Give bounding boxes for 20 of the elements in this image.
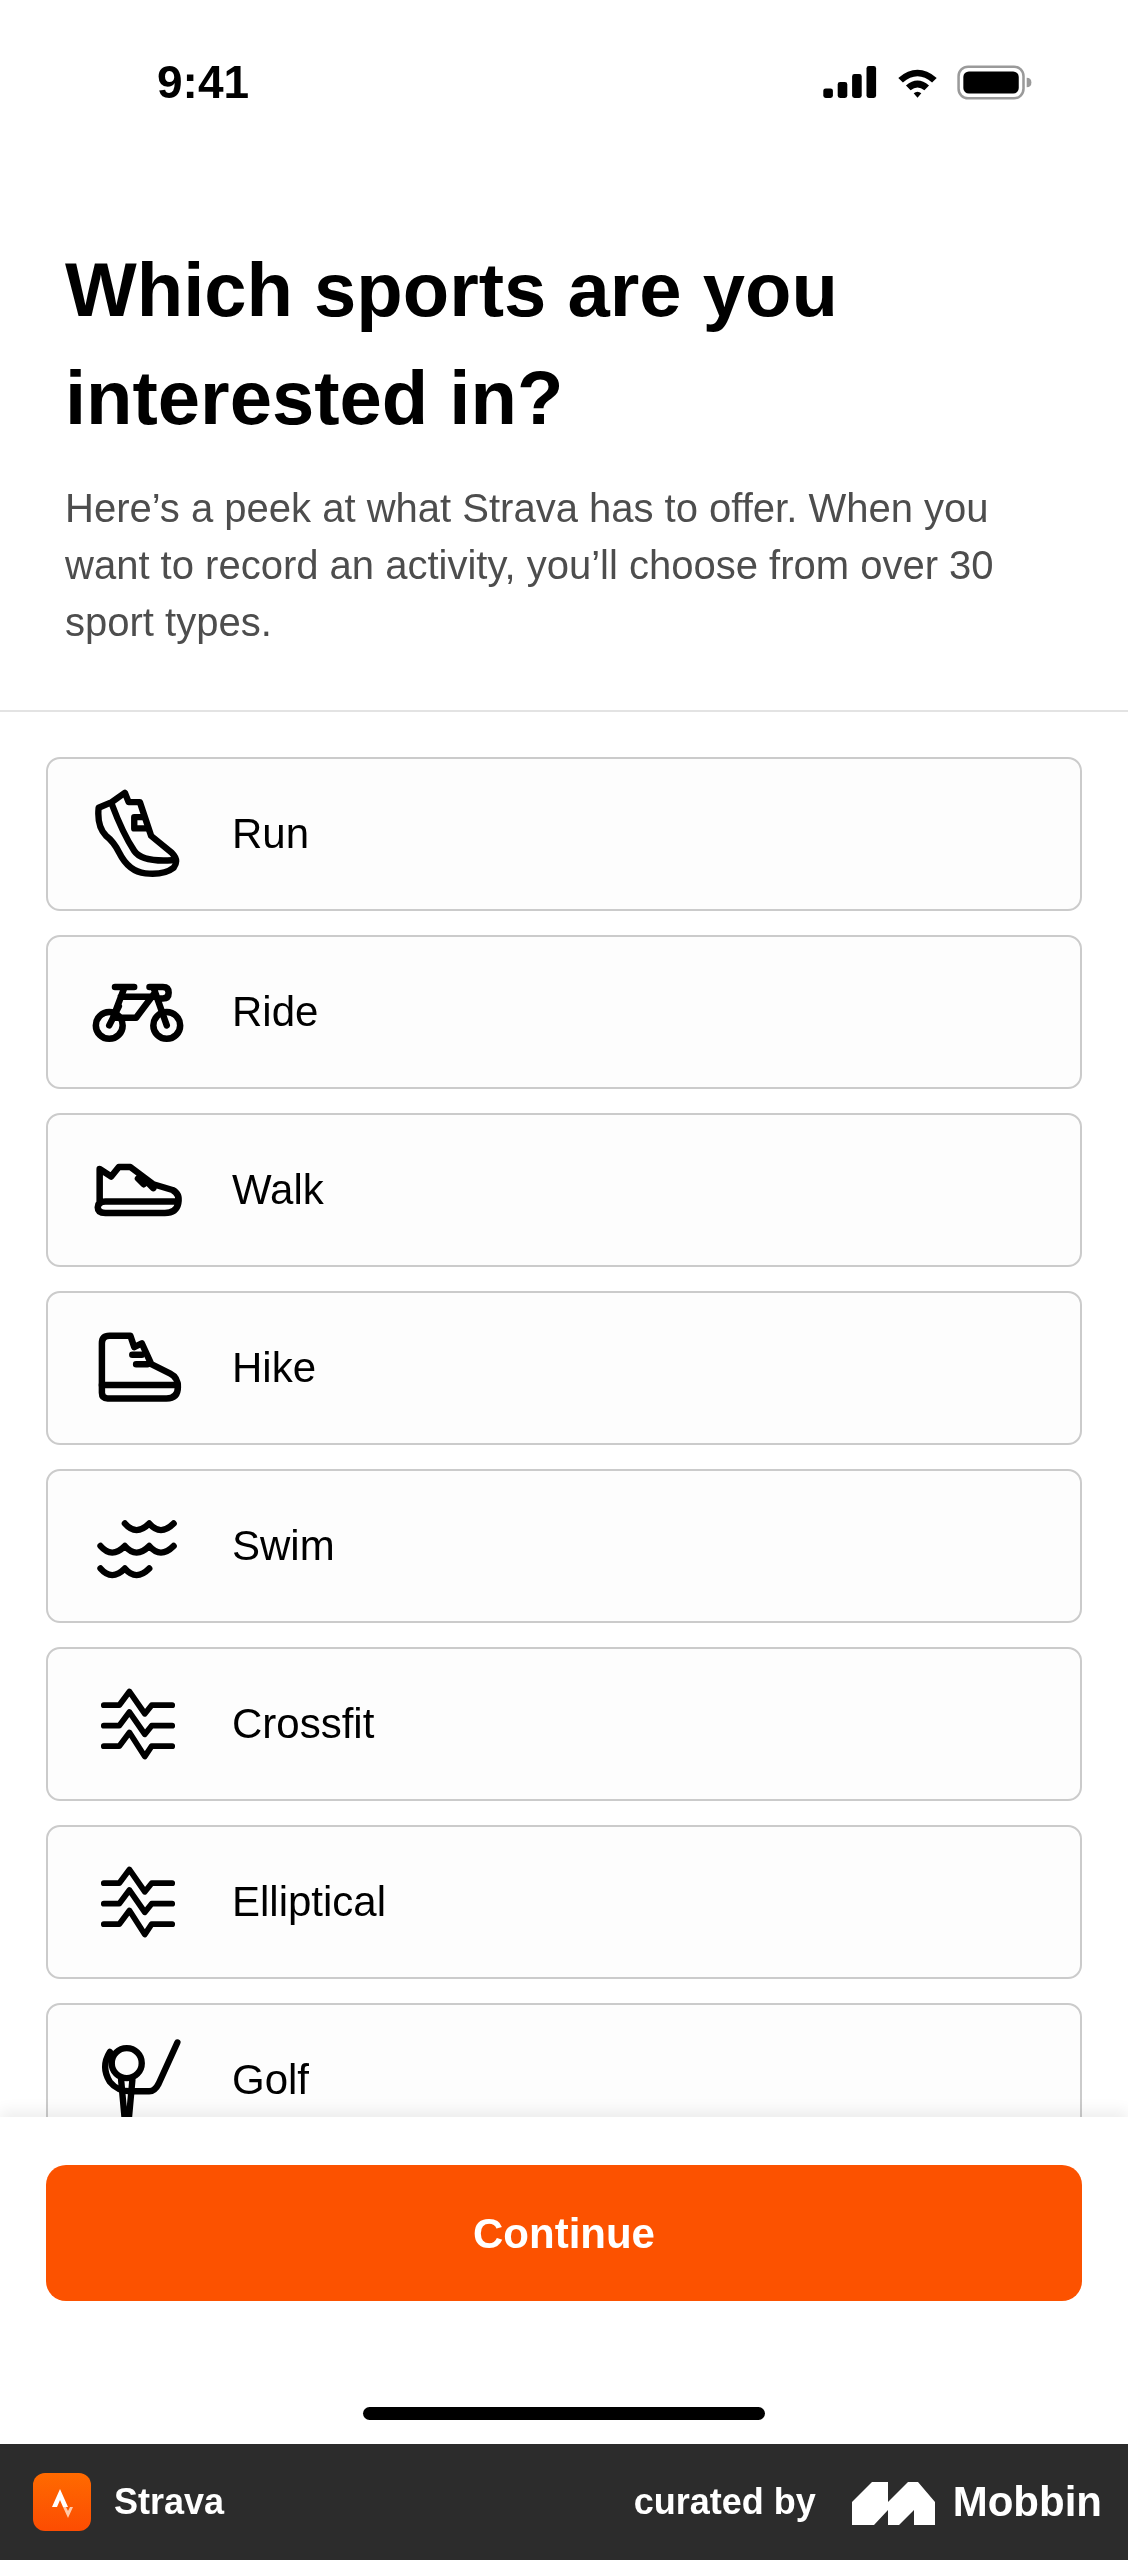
curated-by-text: curated by (633, 2484, 816, 2520)
app-logo-icon (33, 2473, 91, 2531)
sport-option[interactable]: Ride (46, 935, 1082, 1089)
signal-icon (823, 66, 878, 98)
sneaker-icon (92, 1161, 184, 1219)
sport-option[interactable]: Swim (46, 1469, 1082, 1623)
status-time: 9:41 (157, 59, 250, 105)
sport-option[interactable]: Elliptical (46, 1825, 1082, 1979)
page-title: Which sports are you interested in? (65, 246, 839, 442)
battery-icon (957, 64, 1033, 100)
sport-option[interactable]: Run (46, 757, 1082, 911)
brand-logo-icon (851, 2479, 935, 2525)
sport-option[interactable]: Walk (46, 1113, 1082, 1267)
sport-option[interactable]: Hike (46, 1291, 1082, 1445)
sport-option[interactable]: Golf (46, 2003, 1082, 2117)
app-name: Strava (114, 2484, 225, 2520)
brand-name: Mobbin (952, 2481, 1102, 2523)
page-description: Here’s a peek at what Strava has to offer. When you want to record an activity, you’ll choose from over 30 sport types. (65, 485, 995, 646)
sport-option[interactable]: Crossfit (46, 1647, 1082, 1801)
bicycle-icon (92, 981, 184, 1043)
